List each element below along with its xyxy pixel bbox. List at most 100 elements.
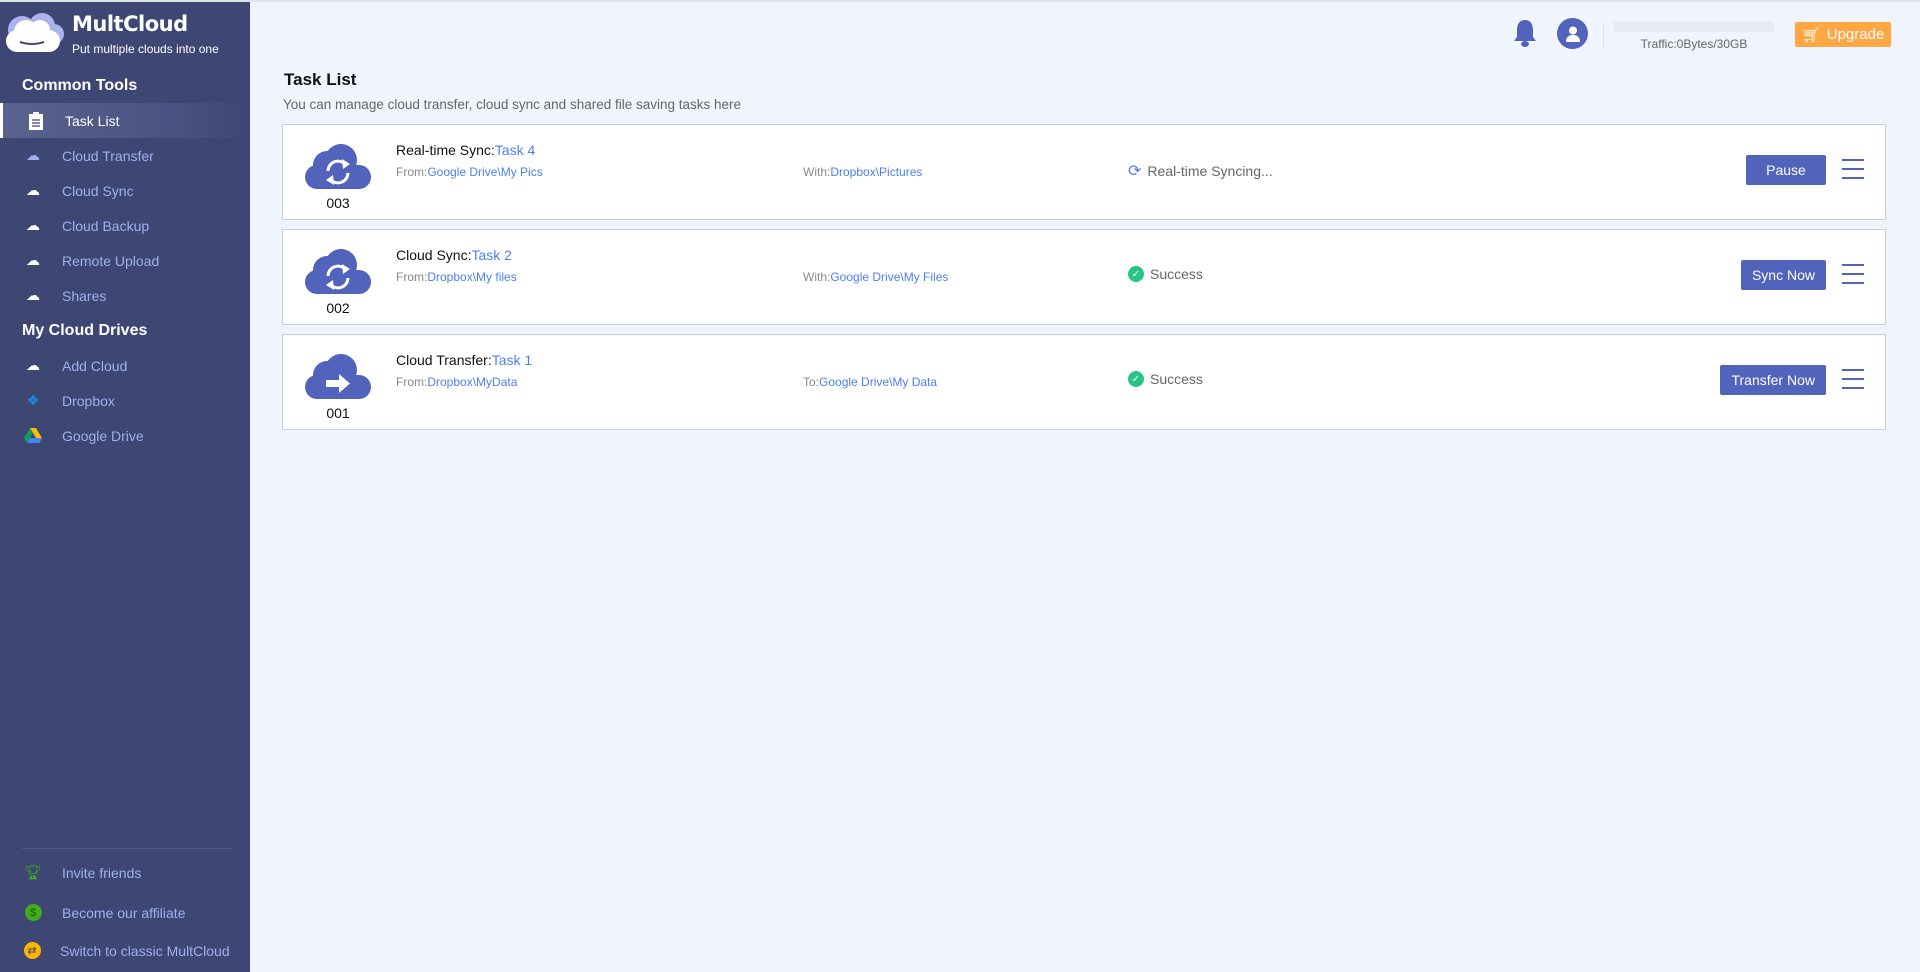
- task-source: From:Dropbox\MyData: [396, 375, 517, 389]
- sidebar-item-remote-upload[interactable]: ☁ Remote Upload: [0, 243, 250, 278]
- cart-icon: 🛒︎: [1801, 26, 1821, 44]
- task-title: Cloud Sync:Task 2: [396, 247, 512, 263]
- task-action-button[interactable]: Transfer Now: [1720, 365, 1826, 395]
- source-label: From:: [396, 165, 428, 179]
- dollar-icon: $: [0, 904, 62, 921]
- brand-name: MultCloud: [72, 12, 188, 36]
- sidebar-item-dropbox[interactable]: ❖ Dropbox: [0, 383, 250, 418]
- task-name-link[interactable]: Task 2: [471, 247, 511, 263]
- logo[interactable]: MultCloud Put multiple clouds into one: [2, 10, 252, 60]
- task-name-link[interactable]: Task 1: [492, 352, 532, 368]
- destination-label: To:: [803, 375, 820, 389]
- task-number: 002: [326, 300, 350, 316]
- dropbox-icon: ❖: [26, 392, 40, 408]
- hamburger-menu-icon[interactable]: [1842, 368, 1864, 390]
- cloud-backup-icon: ☁: [26, 217, 40, 233]
- sidebar-item-task-list[interactable]: Task List: [0, 103, 250, 138]
- source-path-link[interactable]: Dropbox\My files: [427, 270, 516, 284]
- task-card: 003 Real-time Sync:Task 4 From:Google Dr…: [282, 124, 1886, 220]
- task-destination: With:Dropbox\Pictures: [803, 165, 922, 179]
- traffic-progress-bar: [1614, 22, 1774, 32]
- sidebar-item-add-cloud[interactable]: ☁ Add Cloud: [0, 348, 250, 383]
- cloud-upload-icon: ☁: [26, 252, 40, 268]
- sidebar: MultCloud Put multiple clouds into one C…: [0, 2, 250, 972]
- task-type: Real-time Sync:: [396, 142, 495, 158]
- hamburger-menu-icon[interactable]: [1842, 158, 1864, 180]
- source-path-link[interactable]: Dropbox\MyData: [427, 375, 517, 389]
- cloud-sync-icon: [305, 143, 371, 194]
- multcloud-logo-icon: [6, 13, 64, 52]
- sidebar-item-label: Shares: [62, 287, 107, 304]
- cloud-share-icon: ☁: [26, 287, 40, 303]
- task-card: 002 Cloud Sync:Task 2 From:Dropbox\My fi…: [282, 229, 1886, 325]
- cloud-sync-icon: ☁: [26, 182, 40, 198]
- task-card: 001 Cloud Transfer:Task 1 From:Dropbox\M…: [282, 334, 1886, 430]
- sidebar-item-shares[interactable]: ☁ Shares: [0, 278, 250, 313]
- destination-path-link[interactable]: Google Drive\My Data: [819, 375, 937, 389]
- sidebar-item-invite-friends[interactable]: 🏆︎ Invite friends: [0, 855, 250, 890]
- sidebar-item-label: Become our affiliate: [62, 904, 186, 921]
- page-subtitle: You can manage cloud transfer, cloud syn…: [283, 97, 742, 112]
- task-source: From:Google Drive\My Pics: [396, 165, 543, 179]
- sidebar-divider: [22, 848, 232, 849]
- destination-path-link[interactable]: Google Drive\My Files: [830, 270, 948, 284]
- sidebar-item-cloud-sync[interactable]: ☁ Cloud Sync: [0, 173, 250, 208]
- task-name-link[interactable]: Task 4: [495, 142, 535, 158]
- cloud-transfer-icon: ☁: [26, 147, 40, 163]
- task-number: 001: [326, 405, 350, 421]
- google-drive-icon: [0, 427, 62, 444]
- destination-label: With:: [803, 165, 831, 179]
- upgrade-button[interactable]: 🛒︎ Upgrade: [1795, 22, 1891, 47]
- success-check-icon: ✓: [1128, 266, 1144, 282]
- sidebar-item-label: Cloud Sync: [62, 182, 134, 199]
- user-avatar-icon[interactable]: [1557, 18, 1588, 49]
- status-text: Success: [1150, 266, 1203, 282]
- source-label: From:: [396, 375, 428, 389]
- sidebar-item-label: Invite friends: [62, 864, 142, 881]
- sidebar-item-label: Cloud Transfer: [62, 147, 154, 164]
- destination-label: With:: [803, 270, 831, 284]
- sidebar-item-label: Switch to classic MultCloud: [60, 942, 230, 959]
- status-text: Real-time Syncing...: [1147, 163, 1273, 179]
- task-title: Real-time Sync:Task 4: [396, 142, 535, 158]
- sidebar-item-cloud-transfer[interactable]: ☁ Cloud Transfer: [0, 138, 250, 173]
- task-destination: With:Google Drive\My Files: [803, 270, 948, 284]
- sidebar-item-switch-classic[interactable]: ⇄ Switch to classic MultCloud: [0, 933, 250, 968]
- task-type: Cloud Sync:: [396, 247, 472, 263]
- sidebar-item-google-drive[interactable]: Google Drive: [0, 418, 250, 453]
- source-label: From:: [396, 270, 428, 284]
- bell-icon[interactable]: [1512, 18, 1538, 53]
- task-source: From:Dropbox\My files: [396, 270, 517, 284]
- sidebar-item-affiliate[interactable]: $ Become our affiliate: [0, 895, 250, 930]
- destination-path-link[interactable]: Dropbox\Pictures: [830, 165, 922, 179]
- syncing-icon: ⟳: [1128, 163, 1142, 180]
- section-common-tools: Common Tools: [22, 77, 138, 94]
- task-status: ⟳ Real-time Syncing...: [1128, 161, 1273, 181]
- success-check-icon: ✓: [1128, 371, 1144, 387]
- sidebar-item-label: Google Drive: [62, 427, 144, 444]
- task-status: ✓ Success: [1128, 371, 1203, 387]
- task-type: Cloud Transfer:: [396, 352, 492, 368]
- hamburger-menu-icon[interactable]: [1842, 263, 1864, 285]
- status-text: Success: [1150, 371, 1203, 387]
- sidebar-item-label: Remote Upload: [62, 252, 160, 269]
- task-title: Cloud Transfer:Task 1: [396, 352, 532, 368]
- clipboard-icon: [3, 111, 65, 130]
- traffic-text: Traffic:0Bytes/30GB: [1640, 37, 1748, 51]
- task-destination: To:Google Drive\My Data: [803, 375, 937, 389]
- header-divider: [1603, 22, 1604, 50]
- upgrade-label: Upgrade: [1826, 26, 1885, 43]
- add-cloud-icon: ☁: [26, 357, 40, 373]
- task-action-button[interactable]: Sync Now: [1740, 260, 1826, 290]
- sidebar-item-label: Task List: [65, 112, 120, 129]
- task-action-button[interactable]: Pause: [1746, 155, 1826, 185]
- source-path-link[interactable]: Google Drive\My Pics: [427, 165, 542, 179]
- section-my-cloud-drives: My Cloud Drives: [22, 322, 148, 339]
- task-number: 003: [326, 195, 350, 211]
- trophy-icon: 🏆︎: [24, 864, 42, 880]
- cloud-transfer-icon: [305, 353, 371, 404]
- sidebar-item-cloud-backup[interactable]: ☁ Cloud Backup: [0, 208, 250, 243]
- switch-icon: ⇄: [0, 942, 60, 959]
- brand-tagline: Put multiple clouds into one: [72, 42, 219, 56]
- cloud-sync-icon: [305, 248, 371, 299]
